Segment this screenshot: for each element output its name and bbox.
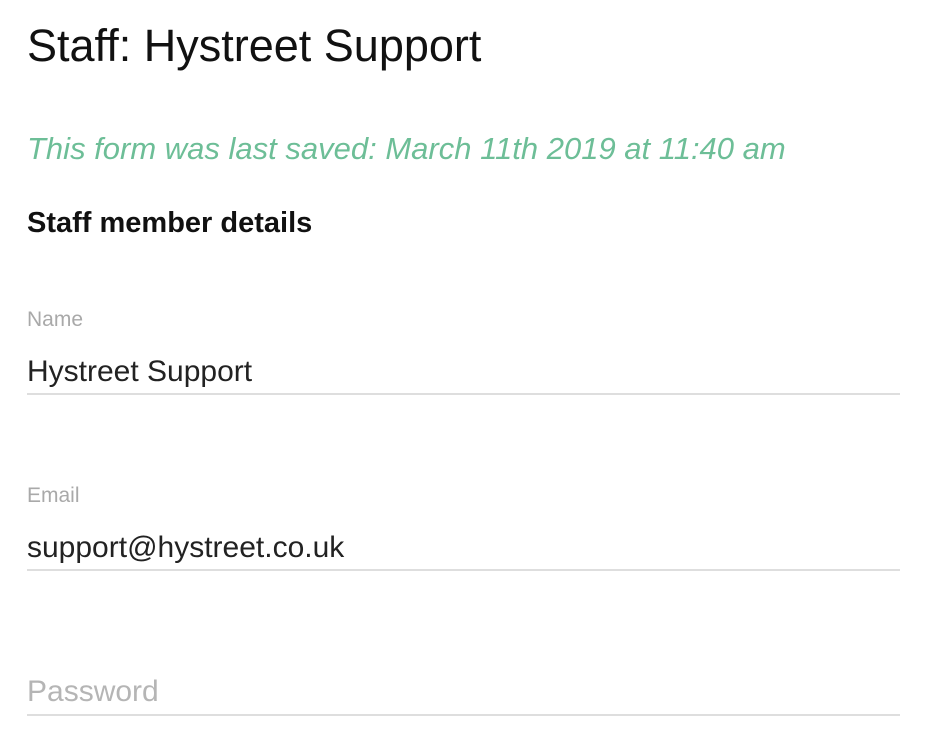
page-title: Staff: Hystreet Support: [27, 20, 482, 71]
email-label: Email: [27, 484, 80, 507]
password-input[interactable]: [27, 670, 900, 716]
email-input[interactable]: [27, 527, 900, 571]
last-saved-note: This form was last saved: March 11th 201…: [27, 131, 786, 166]
name-label: Name: [27, 308, 84, 331]
staff-form-page: Staff: Hystreet Support This form was la…: [27, 0, 900, 740]
section-heading-staff-details: Staff member details: [27, 207, 313, 239]
name-input[interactable]: [27, 351, 900, 395]
